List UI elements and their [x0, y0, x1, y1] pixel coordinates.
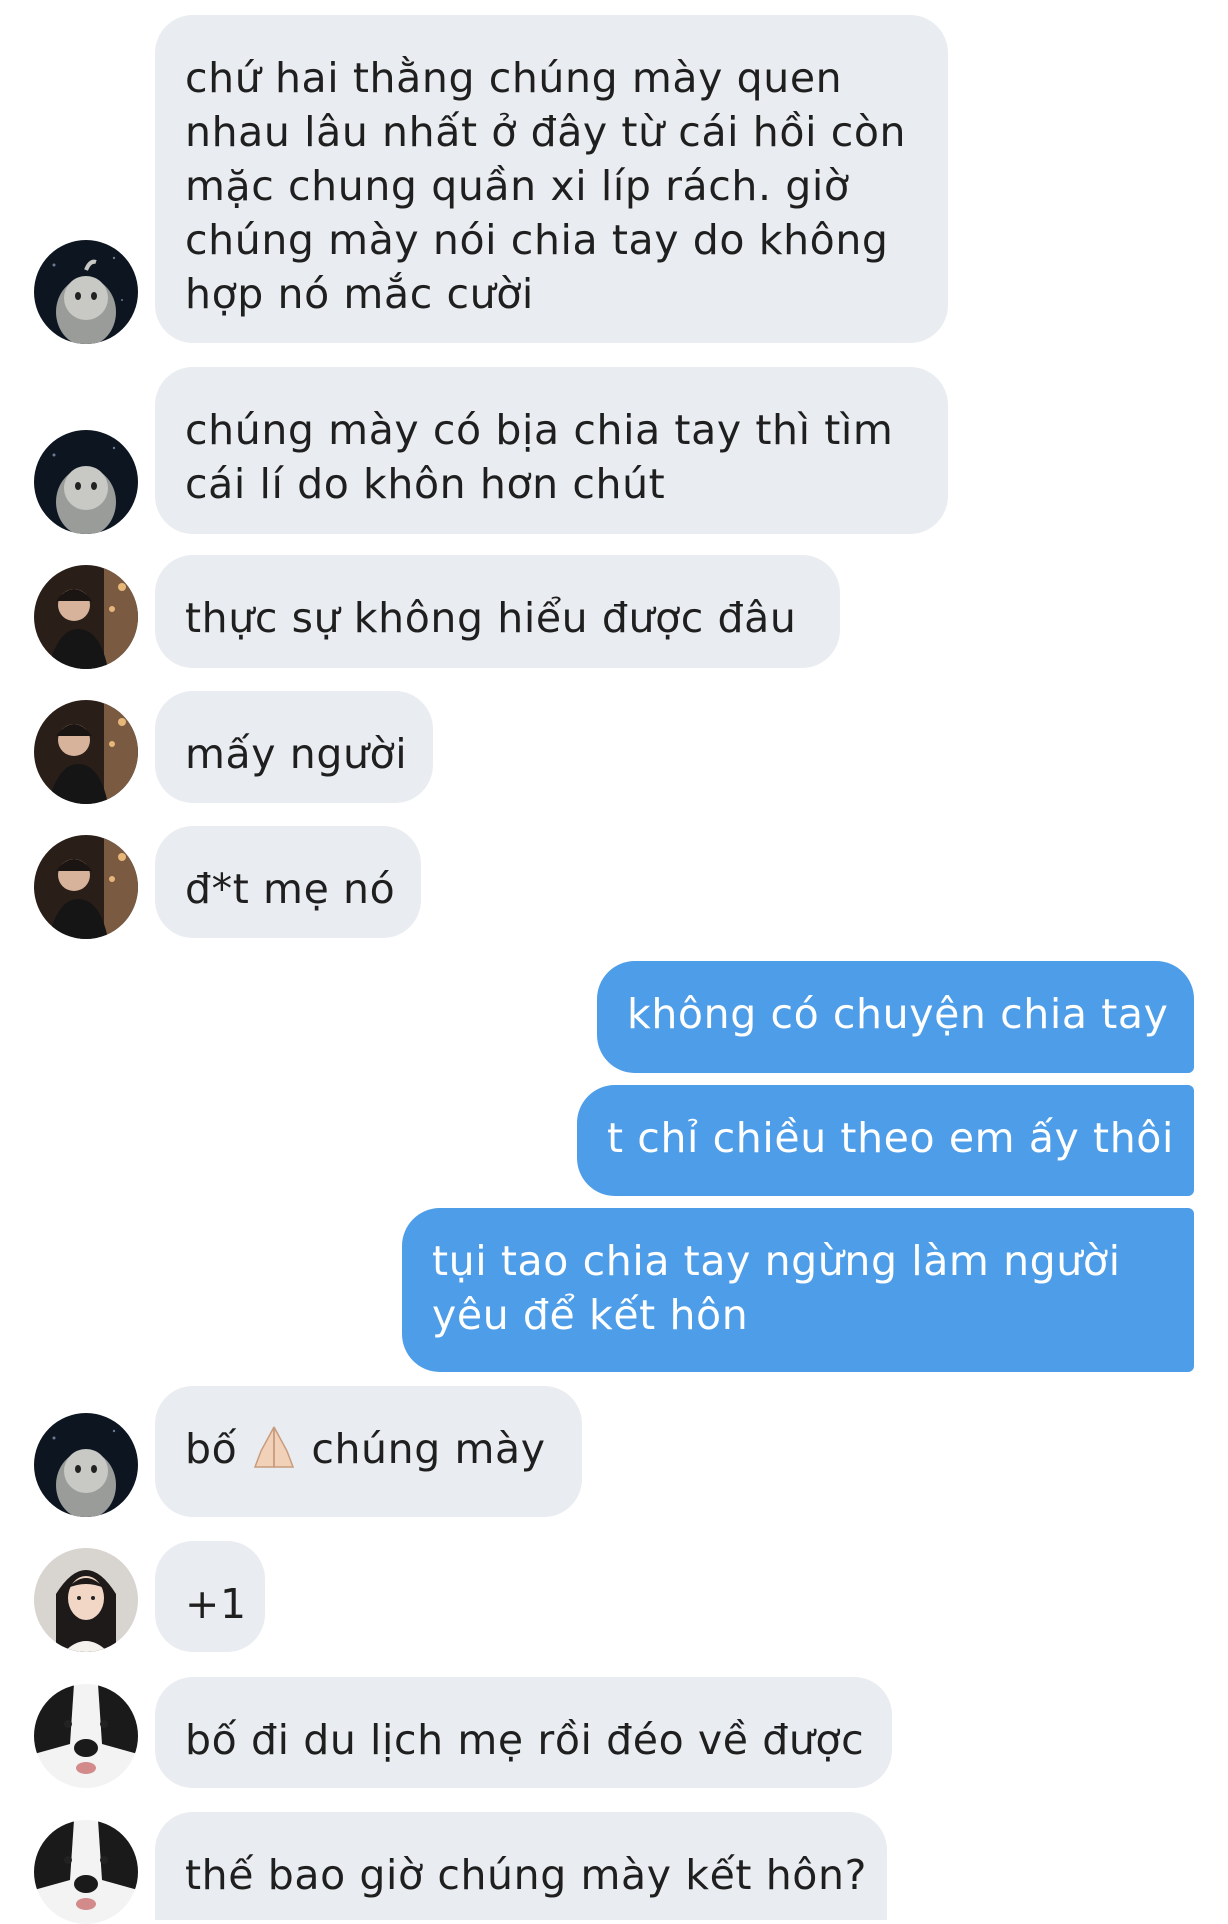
message-text-line: thế bao giờ chúng mày kết hôn? [185, 1851, 867, 1899]
message-text-line: chúng mày có bịa chia tay thì tìm [185, 406, 894, 454]
message-text: chúng mày [311, 1425, 546, 1473]
guy-avatar-image [34, 700, 138, 804]
dog-avatar-image [34, 1820, 138, 1924]
message-text-line: bố chúng mày [185, 1422, 552, 1476]
outgoing-message-bubble[interactable]: t chỉ chiều theo em ấy thôi [577, 1085, 1194, 1196]
folded-hands-emoji [247, 1423, 301, 1471]
guy-avatar-image [34, 835, 138, 939]
message-text-line: đ*t mẹ nó [185, 865, 396, 913]
message-bubble[interactable]: thế bao giờ chúng mày kết hôn? [155, 1812, 887, 1920]
message-bubble[interactable]: chứ hai thằng chúng mày quen nhau lâu nh… [155, 15, 948, 343]
message-text-line: tụi tao chia tay ngừng làm người [432, 1237, 1121, 1285]
dog-avatar[interactable] [34, 1684, 138, 1788]
message-text-line: thực sự không hiểu được đâu [185, 594, 797, 642]
ghost-avatar-image [34, 240, 138, 344]
guy-avatar[interactable] [34, 700, 138, 804]
message-bubble[interactable]: bố đi du lịch mẹ rồi đéo về được [155, 1677, 892, 1788]
message-text-line: chúng mày nói chia tay do không [185, 216, 889, 264]
message-bubble[interactable]: +1 [155, 1541, 265, 1652]
ghost-avatar[interactable] [34, 430, 138, 534]
message-bubble[interactable]: mấy người [155, 691, 433, 803]
message-text-line: chứ hai thằng chúng mày quen [185, 54, 843, 102]
message-bubble[interactable]: thực sự không hiểu được đâu [155, 555, 840, 668]
message-bubble[interactable]: đ*t mẹ nó [155, 826, 421, 938]
outgoing-message-bubble[interactable]: không có chuyện chia tay [597, 961, 1194, 1073]
message-text-line: cái lí do khôn hơn chút [185, 460, 666, 508]
message-text-line: không có chuyện chia tay [627, 990, 1169, 1038]
girl-avatar-image [34, 1548, 138, 1652]
message-text-line: nhau lâu nhất ở đây từ cái hồi còn [185, 108, 907, 156]
guy-avatar[interactable] [34, 835, 138, 939]
guy-avatar-image [34, 565, 138, 669]
dog-avatar[interactable] [34, 1820, 138, 1924]
message-text-line: t chỉ chiều theo em ấy thôi [607, 1114, 1174, 1162]
message-text-line: yêu để kết hôn [432, 1291, 749, 1339]
message-text-line: +1 [185, 1580, 247, 1628]
ghost-avatar[interactable] [34, 240, 138, 344]
ghost-avatar[interactable] [34, 1413, 138, 1517]
dog-avatar-image [34, 1684, 138, 1788]
message-text-line: hợp nó mắc cười [185, 270, 534, 318]
message-text-line: bố đi du lịch mẹ rồi đéo về được [185, 1716, 865, 1764]
message-bubble[interactable]: chúng mày có bịa chia tay thì tìm cái lí… [155, 367, 948, 534]
message-text-line: mặc chung quần xi líp rách. giờ [185, 162, 850, 210]
message-text: bố [185, 1425, 238, 1473]
ghost-avatar-image [34, 430, 138, 534]
message-bubble[interactable]: bố chúng mày [155, 1386, 582, 1517]
message-text-line: mấy người [185, 730, 408, 778]
guy-avatar[interactable] [34, 565, 138, 669]
girl-avatar[interactable] [34, 1548, 138, 1652]
ghost-avatar-image [34, 1413, 138, 1517]
outgoing-message-bubble[interactable]: tụi tao chia tay ngừng làm người yêu để … [402, 1208, 1194, 1372]
